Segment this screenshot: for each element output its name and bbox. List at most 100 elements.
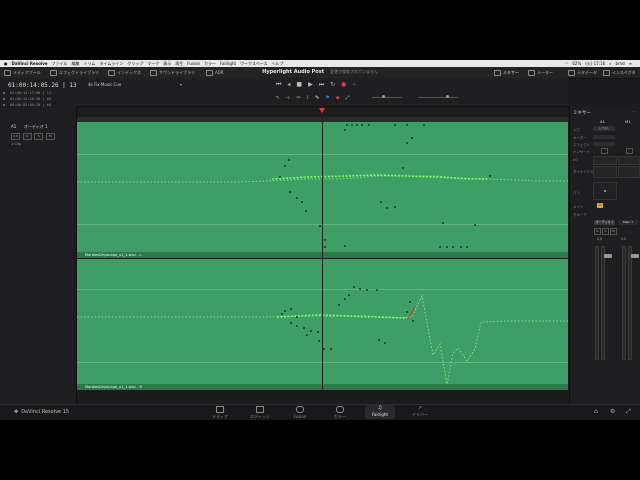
menu-item[interactable]: 編集 bbox=[72, 61, 80, 67]
menu-item[interactable]: DaVinci Resolve bbox=[12, 61, 48, 66]
out-point-icon bbox=[3, 98, 5, 100]
in-point-icon bbox=[3, 92, 5, 94]
pan-control[interactable] bbox=[593, 182, 617, 200]
page-tab-fusion[interactable]: Fusion bbox=[285, 405, 315, 419]
fader-db-main: 0.0 bbox=[621, 237, 627, 241]
menu-item[interactable]: 表示 bbox=[163, 61, 171, 67]
davinci-logo-icon: ✤ bbox=[14, 409, 19, 415]
home-icon[interactable]: ⌂ bbox=[594, 408, 598, 415]
effects-slot[interactable] bbox=[593, 142, 615, 146]
timeline-dropdown-icon[interactable]: ▾ bbox=[180, 82, 182, 87]
record-icon[interactable]: ● bbox=[341, 81, 346, 89]
snap-icon[interactable]: ⌇ bbox=[307, 95, 309, 101]
page-tab-color[interactable]: カラー bbox=[325, 405, 355, 419]
pointer-icon[interactable]: ↖ bbox=[276, 95, 280, 101]
horizontal-zoom-slider[interactable] bbox=[418, 97, 458, 98]
page-tab-deliver[interactable]: ➚ デリバー bbox=[405, 405, 435, 419]
search-icon[interactable]: ⌕ bbox=[609, 61, 611, 66]
clip-count: 1 Clip bbox=[11, 142, 22, 146]
user-name[interactable]: brnd bbox=[615, 61, 624, 66]
insert-toggle-main[interactable] bbox=[626, 148, 633, 154]
menu-item[interactable]: ワークスペース bbox=[240, 61, 267, 67]
solo-button[interactable]: S bbox=[34, 133, 44, 140]
play-icon[interactable]: ▶ bbox=[308, 81, 313, 89]
track-format[interactable]: 2.0 bbox=[11, 133, 20, 140]
menu-item[interactable]: タイムライン bbox=[100, 61, 124, 67]
fader-handle-a1[interactable] bbox=[604, 254, 612, 258]
automation-icon[interactable]: ✎ bbox=[315, 95, 319, 101]
mixer-panel: ミキサー ⋯ A1 M1 入力 入力なし オーダー エフェクト インサート EQ… bbox=[569, 106, 640, 404]
insert-toggle[interactable] bbox=[601, 148, 608, 154]
menu-item[interactable]: ヘルプ bbox=[271, 61, 283, 67]
menu-list-icon[interactable]: ≡ bbox=[629, 61, 632, 66]
dynamics-label: ダイナミクス bbox=[573, 170, 594, 174]
dynamics-thumbnail[interactable] bbox=[593, 166, 617, 178]
mixer-title: ミキサー bbox=[573, 111, 591, 116]
level-meter-main-r bbox=[628, 246, 632, 360]
zoom-full-icon[interactable]: ⤢ bbox=[346, 95, 350, 101]
page-navigation-bar bbox=[0, 404, 640, 420]
menu-item[interactable]: Fairlight bbox=[220, 61, 236, 66]
mixer-mute-button[interactable]: M bbox=[610, 228, 617, 235]
inspector-toggle[interactable]: インスペクタ bbox=[603, 69, 635, 76]
page-tab-edit[interactable]: エディット bbox=[245, 405, 275, 419]
channel-name-a1[interactable]: オーディオ 1 bbox=[594, 220, 615, 225]
horizontal-zoom-handle[interactable] bbox=[446, 95, 449, 98]
mixer-icon bbox=[494, 69, 501, 76]
menu-item[interactable]: クリップ bbox=[127, 61, 143, 67]
order-select[interactable] bbox=[593, 135, 615, 139]
meters-toggle[interactable]: メーター bbox=[528, 69, 553, 76]
eq-label: EQ bbox=[573, 158, 578, 162]
loop-icon[interactable]: ↻ bbox=[330, 81, 335, 89]
menu-item[interactable]: Fusion bbox=[187, 61, 200, 66]
fullscreen-icon[interactable]: ⤢ bbox=[626, 408, 631, 416]
page-tab-fairlight[interactable]: ♫ Fairlight bbox=[365, 405, 395, 419]
metadata-toggle[interactable]: メタデータ bbox=[568, 69, 597, 76]
mixer-record-button[interactable]: R bbox=[594, 228, 601, 235]
menu-item[interactable]: ファイル bbox=[52, 61, 68, 67]
flag-icon[interactable]: ⚑ bbox=[325, 95, 329, 101]
main-timecode: 01:00:14:05.26 | 13 bbox=[8, 82, 77, 89]
main-bus-assign[interactable]: 1 bbox=[597, 203, 603, 208]
more-options-icon[interactable]: ⋯ bbox=[632, 109, 636, 114]
settings-icon[interactable]: ⚙ bbox=[610, 408, 615, 415]
mixer-toggle[interactable]: ミキサー bbox=[494, 69, 519, 76]
apple-icon[interactable]: ● bbox=[4, 61, 8, 66]
vertical-zoom-handle[interactable] bbox=[382, 95, 385, 98]
razor-icon[interactable]: ✂ bbox=[296, 95, 300, 101]
eq-thumbnail[interactable] bbox=[593, 156, 617, 165]
timecode-out: 01:00:15:26:48 | 00 bbox=[10, 97, 52, 101]
input-label: 入力 bbox=[573, 128, 580, 132]
mute-button[interactable]: M bbox=[45, 133, 55, 140]
input-select[interactable]: 入力なし bbox=[593, 126, 615, 131]
menu-item[interactable]: カラー bbox=[204, 61, 216, 67]
playhead-marker[interactable] bbox=[319, 108, 325, 113]
marker-icon[interactable]: ◆ bbox=[336, 95, 340, 101]
menu-item[interactable]: トリム bbox=[84, 61, 96, 67]
menu-item[interactable]: マーク bbox=[147, 61, 159, 67]
eq-thumbnail-main[interactable] bbox=[618, 156, 640, 165]
link-icon[interactable]: ⌁ bbox=[352, 81, 356, 89]
fairlight-page-icon: ♫ bbox=[377, 405, 383, 411]
mixer-solo-button[interactable]: S bbox=[602, 228, 609, 235]
track-name[interactable]: オーディオ 1 bbox=[24, 124, 48, 130]
menu-item[interactable]: 再生 bbox=[175, 61, 183, 67]
rewind-icon[interactable]: ⏮ bbox=[276, 81, 281, 89]
wifi-icon[interactable]: ◠ bbox=[565, 61, 569, 66]
fast-forward-icon[interactable]: ⏭ bbox=[319, 81, 324, 89]
timeline-selector[interactable]: 4k Fix Music Cue bbox=[88, 82, 121, 87]
page-tab-media[interactable]: メディア bbox=[205, 405, 235, 419]
level-meter-main bbox=[622, 246, 626, 360]
range-select-icon[interactable]: ⊹ bbox=[286, 95, 290, 101]
stop-icon[interactable]: ■ bbox=[296, 81, 302, 89]
track-header-a1[interactable]: A1 オーディオ 1 2.0 R S M 1 Clip bbox=[2, 123, 74, 179]
mixer-channel-m1: M1 bbox=[625, 119, 631, 124]
reverse-play-icon[interactable]: ◂ bbox=[287, 81, 290, 89]
fader-handle-main[interactable] bbox=[631, 254, 639, 258]
clip-name: MarblesDripscape_v1_1.wav - R bbox=[85, 385, 142, 389]
playhead-line[interactable] bbox=[322, 107, 323, 390]
channel-name-main[interactable]: Main 1 bbox=[618, 220, 638, 225]
record-arm-button[interactable]: R bbox=[22, 133, 32, 140]
vertical-zoom-slider[interactable] bbox=[372, 97, 402, 98]
dynamics-thumbnail-main[interactable] bbox=[618, 166, 640, 178]
